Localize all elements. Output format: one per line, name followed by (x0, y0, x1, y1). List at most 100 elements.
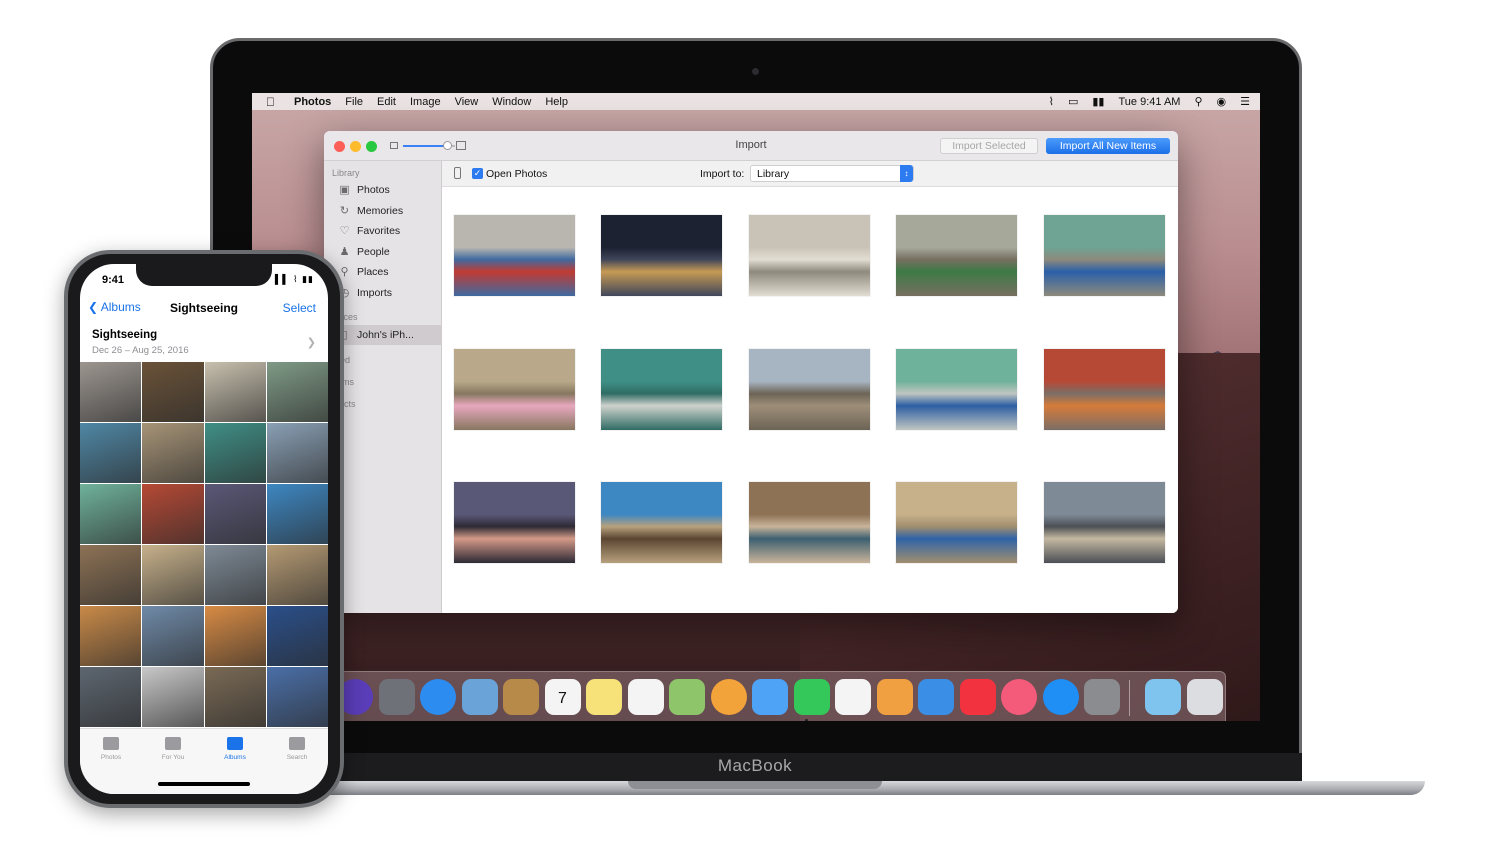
photos-tab-icon (103, 737, 119, 750)
tab-search[interactable]: Search (266, 737, 328, 761)
album-title[interactable]: Sightseeing (92, 329, 157, 341)
photo-thumbnail[interactable] (1043, 215, 1165, 296)
heart-icon: ♡ (339, 224, 350, 237)
news-icon[interactable] (959, 679, 996, 715)
safari-compass-icon[interactable] (420, 679, 456, 715)
siri-icon[interactable]: ◉ (1217, 95, 1227, 108)
sidebar-item-people[interactable]: ♟ People (338, 243, 390, 261)
photo-thumbnail[interactable] (142, 484, 204, 544)
photo-thumbnail[interactable] (454, 348, 575, 430)
sidebar-item-favorites[interactable]: ♡ Favorites (338, 222, 401, 240)
open-photos-label[interactable]: Open Photos (486, 168, 547, 180)
tab-albums[interactable]: Albums (204, 737, 266, 761)
photo-thumbnail[interactable] (204, 545, 266, 605)
photo-thumbnail[interactable] (142, 362, 204, 422)
memories-icon: ↻ (339, 204, 350, 217)
open-photos-checkbox[interactable]: ✓ (472, 168, 483, 179)
macbook-label: MacBook (717, 756, 793, 775)
photo-thumbnail[interactable] (204, 423, 266, 483)
music-icon[interactable] (1001, 679, 1037, 715)
photo-thumbnail[interactable] (142, 606, 204, 666)
import-all-new-items-button[interactable]: Import All New Items (1046, 138, 1170, 154)
photo-thumbnail[interactable] (896, 215, 1018, 296)
notes-icon[interactable] (586, 679, 622, 715)
menu-view[interactable]: View (455, 96, 479, 108)
photo-thumbnail[interactable] (896, 348, 1018, 430)
photo-thumbnail[interactable] (142, 423, 204, 483)
photo-thumbnail[interactable] (266, 667, 328, 727)
photo-thumbnail[interactable] (748, 215, 870, 296)
photo-thumbnail[interactable] (142, 545, 204, 605)
import-selected-button[interactable]: Import Selected (940, 138, 1038, 154)
photo-thumbnail[interactable] (142, 667, 204, 727)
photo-thumbnail[interactable] (80, 667, 142, 727)
photo-thumbnail[interactable] (601, 348, 723, 430)
photo-thumbnail[interactable] (80, 606, 142, 666)
photo-thumbnail[interactable] (1043, 348, 1165, 430)
menu-clock[interactable]: Tue 9:41 AM (1118, 96, 1180, 108)
tab-for-you[interactable]: For You (142, 737, 204, 761)
photo-thumbnail[interactable] (204, 484, 266, 544)
menu-window[interactable]: Window (492, 96, 531, 108)
photo-thumbnail[interactable] (601, 482, 723, 563)
tab-photos[interactable]: Photos (80, 737, 142, 761)
photo-thumbnail[interactable] (204, 362, 266, 422)
wifi-icon[interactable]: ⌇ (1049, 95, 1054, 108)
battery-icon[interactable]: ▮▮ (1092, 95, 1104, 108)
photo-thumbnail[interactable] (748, 482, 870, 563)
photo-thumbnail[interactable] (748, 348, 870, 430)
menu-image[interactable]: Image (410, 96, 441, 108)
keynote-icon[interactable] (918, 679, 954, 715)
photo-thumbnail[interactable] (601, 215, 723, 296)
facetime-icon[interactable] (793, 679, 830, 715)
photo-thumbnail[interactable] (204, 667, 266, 727)
maps-icon[interactable] (669, 679, 705, 715)
search-tab-icon (289, 737, 305, 750)
photo-thumbnail[interactable] (1043, 482, 1165, 563)
home-indicator[interactable] (158, 782, 250, 786)
sidebar-item-imports[interactable]: ◷ Imports (338, 284, 392, 302)
app-store-icon[interactable] (1042, 679, 1079, 715)
reminders-icon[interactable] (627, 679, 664, 715)
sidebar-item-photos[interactable]: ▣ Photos (338, 181, 389, 199)
photo-thumbnail[interactable] (204, 606, 266, 666)
sidebar-item-memories[interactable]: ↻ Memories (338, 202, 403, 220)
contacts-book-icon[interactable] (503, 679, 539, 715)
photo-thumbnail[interactable] (454, 482, 575, 563)
calendar-icon[interactable]: 7 (544, 679, 581, 715)
photo-thumbnail[interactable] (80, 423, 142, 483)
mail-stamp-icon[interactable] (461, 679, 498, 715)
photo-thumbnail[interactable] (266, 423, 328, 483)
launchpad-rocket-icon[interactable] (378, 679, 415, 715)
trash-icon[interactable] (1187, 679, 1223, 715)
sidebar-item-device[interactable]: ▯ John's iPh... (338, 326, 413, 344)
tab-label: Photos (100, 754, 122, 761)
menu-help[interactable]: Help (545, 96, 568, 108)
system-preferences-gear-icon[interactable] (1084, 679, 1120, 715)
sidebar-item-places[interactable]: ⚲ Places (338, 263, 388, 281)
import-to-select[interactable]: Library ↕ (750, 165, 914, 182)
select-button[interactable]: Select (283, 301, 316, 315)
pages-icon[interactable] (876, 679, 913, 715)
photo-thumbnail[interactable] (266, 606, 328, 666)
chevron-right-icon[interactable]: ❯ (307, 336, 316, 349)
menu-app-name[interactable]: Photos (294, 96, 331, 108)
photo-thumbnail[interactable] (896, 482, 1018, 563)
photo-thumbnail[interactable] (80, 545, 142, 605)
photos-flower-icon[interactable] (710, 679, 747, 715)
messages-icon[interactable] (752, 679, 788, 715)
photo-thumbnail[interactable] (266, 362, 328, 422)
spotlight-search-icon[interactable]: ⚲ (1194, 95, 1202, 108)
menu-file[interactable]: File (345, 96, 363, 108)
photo-thumbnail[interactable] (80, 484, 142, 544)
apple-logo-icon[interactable]:  (266, 95, 286, 109)
notification-center-icon[interactable]: ☰ (1240, 95, 1250, 108)
photo-thumbnail[interactable] (266, 545, 328, 605)
photo-thumbnail[interactable] (454, 215, 575, 296)
airplay-icon[interactable]: ▭ (1068, 95, 1078, 108)
photo-thumbnail[interactable] (266, 484, 328, 544)
downloads-folder-icon[interactable] (1145, 679, 1181, 715)
photo-thumbnail[interactable] (80, 362, 142, 422)
menu-edit[interactable]: Edit (377, 96, 396, 108)
numbers-chart-icon[interactable] (835, 679, 871, 715)
